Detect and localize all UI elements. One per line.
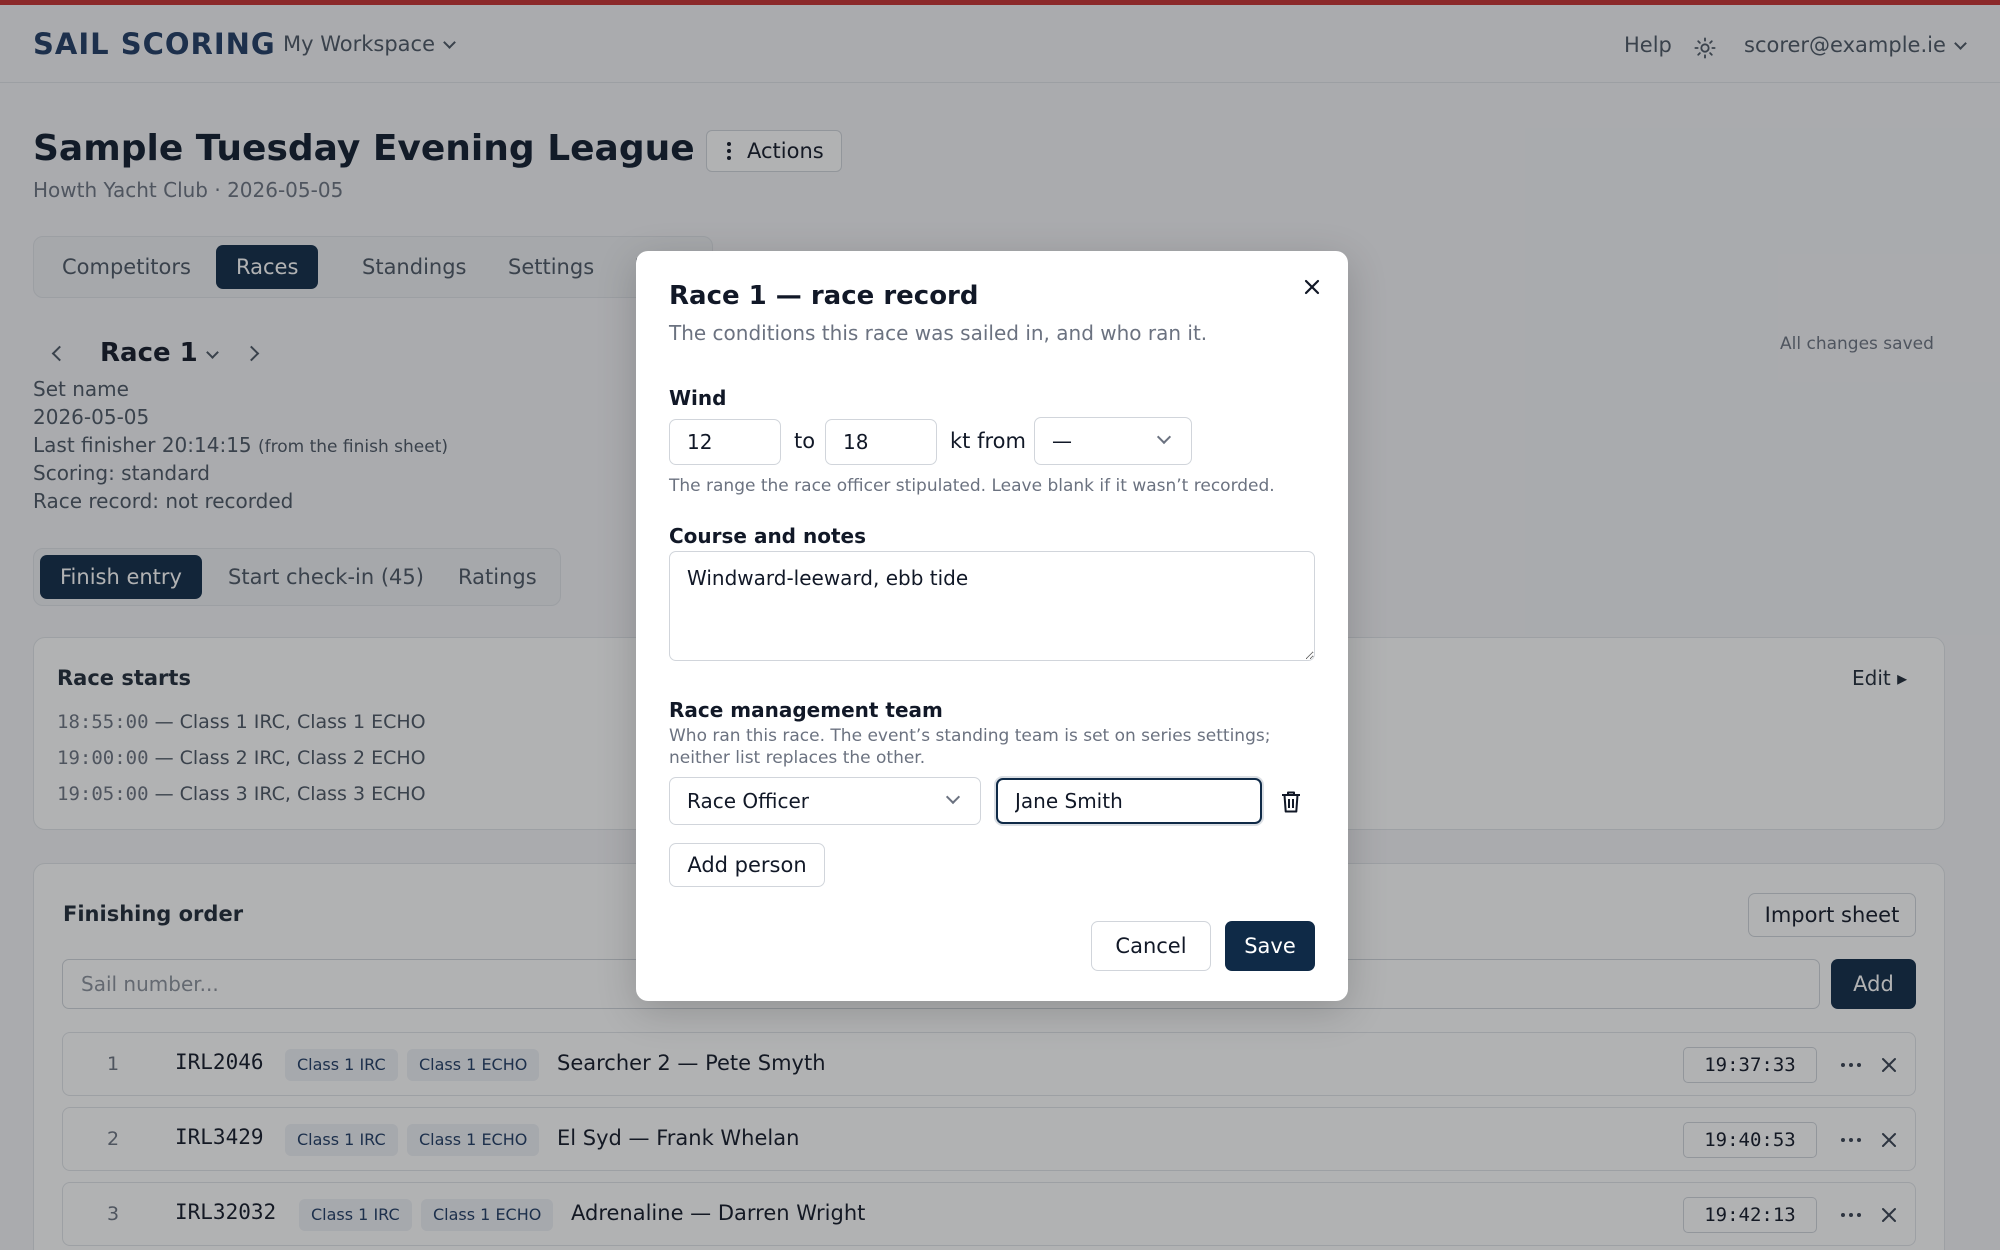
wind-max-input[interactable] [825,419,937,465]
wind-label: Wind [669,386,727,410]
wind-help-text: The range the race officer stipulated. L… [669,476,1275,496]
kt-from-label: kt from [950,429,1026,453]
wind-to-label: to [794,429,816,453]
role-select[interactable]: Race Officer [669,777,981,825]
course-label: Course and notes [669,524,866,548]
role-value: Race Officer [687,789,809,813]
course-notes-textarea[interactable]: Windward-leeward, ebb tide [669,551,1315,661]
add-person-button[interactable]: Add person [669,843,825,887]
chevron-down-icon [1156,429,1172,445]
save-button[interactable]: Save [1225,921,1315,971]
chevron-down-icon [945,789,961,805]
person-name-input[interactable] [996,778,1262,824]
race-record-dialog: Race 1 — race record The conditions this… [636,251,1348,1001]
trash-icon[interactable] [1280,790,1302,814]
team-label: Race management team [669,698,943,722]
wind-direction-value: — [1052,429,1072,453]
cancel-button[interactable]: Cancel [1091,921,1211,971]
team-help-text-line2: neither list replaces the other. [669,748,926,768]
wind-min-input[interactable] [669,419,781,465]
team-help-text-line1: Who ran this race. The event’s standing … [669,726,1271,746]
wind-direction-select[interactable]: — [1034,417,1192,465]
close-icon[interactable] [1302,277,1322,297]
dialog-description: The conditions this race was sailed in, … [669,321,1208,345]
dialog-title: Race 1 — race record [669,281,979,311]
